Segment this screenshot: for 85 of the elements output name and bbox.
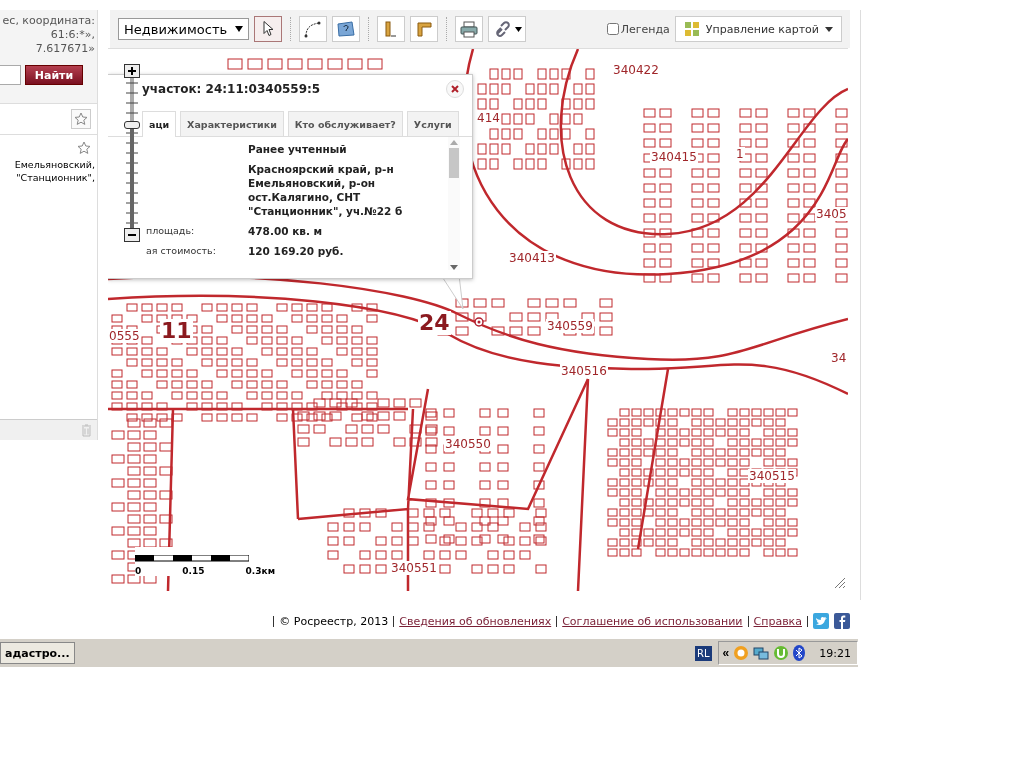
district-number: 11 [160, 319, 193, 343]
field-value: Ранее учтенный [248, 142, 348, 156]
taskbar-window-button[interactable]: адастро... [0, 642, 75, 664]
parcel-number: 340550 [444, 437, 492, 451]
curve-info-button[interactable] [299, 16, 328, 42]
area-info-button[interactable] [332, 16, 361, 42]
bluetooth-icon [793, 645, 806, 661]
tray-expand-button[interactable]: « [722, 646, 730, 660]
parcel-number: 340515 [748, 469, 796, 483]
layer-select[interactable]: Недвижимость [118, 18, 250, 40]
zoom-in-button[interactable] [124, 64, 140, 78]
resize-corner-icon [834, 577, 846, 589]
printer-icon [459, 20, 480, 38]
result-text: Емельяновский, [14, 158, 95, 171]
caret-icon [514, 26, 522, 32]
popup-tab[interactable]: Характеристики [180, 111, 284, 136]
legend-checkbox[interactable] [606, 23, 619, 35]
caret-icon [235, 26, 244, 32]
twitter-bird-icon[interactable] [813, 613, 829, 629]
circle-app-icon [733, 645, 750, 661]
map-pin-icon [474, 317, 484, 327]
field-label: ая стоимость: [146, 244, 217, 258]
parcel-number: 414 [476, 111, 501, 125]
caret-icon [825, 26, 833, 32]
hint-text: 61:6:*», [49, 28, 95, 42]
parcel-number: 340559 [546, 319, 594, 333]
parcel-number: 340551 [390, 561, 438, 575]
down-arrow-icon [450, 265, 458, 270]
footer-link[interactable]: Соглашение об использовании [562, 614, 743, 628]
copyright-text: © Росреестр, 2013 [279, 614, 389, 628]
polygon-icon [336, 20, 357, 38]
legend-label: Легенда [620, 22, 670, 36]
result-text: "Станционник", [16, 171, 95, 184]
popup-title: участок: 24:11:0340559:5 [142, 82, 321, 96]
trash-icon [81, 423, 92, 437]
link-button[interactable] [488, 16, 527, 42]
cursor-button[interactable] [254, 16, 283, 42]
map-control-button[interactable]: Управление картой [674, 16, 842, 42]
clock-text: 19:21 [819, 646, 851, 660]
parcel-number: 340422 [612, 63, 660, 77]
scale-label: 0 [135, 566, 142, 576]
area-ruler-icon [414, 20, 435, 38]
footer-link[interactable]: Сведения об обновлениях [399, 614, 552, 628]
scale-label: 0.15 [182, 566, 205, 576]
find-button[interactable]: Найти [25, 65, 83, 85]
u-logo-icon [773, 645, 790, 661]
network-icon [753, 645, 770, 661]
zoom-out-button[interactable] [124, 228, 140, 242]
hint-text: ес, координата: [1, 14, 95, 28]
up-arrow-icon [450, 140, 458, 145]
close-icon [451, 85, 459, 93]
hint-text: 7.617671» [34, 42, 95, 56]
star-button[interactable] [71, 109, 91, 129]
scrollbar[interactable] [448, 137, 460, 270]
grid-icon [683, 21, 700, 37]
field-value: Красноярский край, р-н Емельяновский, р-он ост.Калягино, СНТ "Станционник", уч.№22 б [248, 162, 404, 218]
popup-tab[interactable]: Услуги [406, 111, 459, 136]
minus-icon [128, 231, 136, 239]
parcel-number: 1 [735, 147, 745, 161]
close-button[interactable] [446, 80, 464, 98]
zoom-handle[interactable] [124, 121, 140, 129]
popup-tab[interactable]: аци [142, 111, 177, 137]
parcel-number: 34 [830, 351, 848, 365]
parcel-number: 3405 [815, 207, 848, 221]
field-value: 478.00 кв. м [248, 224, 324, 238]
plus-icon [128, 67, 136, 75]
parcel-number: 340413 [508, 251, 556, 265]
scale-label: 0.3км [245, 566, 275, 576]
parcel-number: 340415 [650, 150, 698, 164]
field-value: 120 169.20 руб. [248, 244, 345, 258]
cursor-icon [262, 21, 274, 37]
field-label: площадь: [146, 224, 196, 238]
scroll-thumb[interactable] [449, 148, 459, 178]
language-indicator[interactable]: RL [695, 645, 712, 661]
parcel-number: 340516 [560, 364, 608, 378]
parcel-number: 0555 [108, 329, 141, 343]
print-button[interactable] [455, 16, 484, 42]
star-icon [77, 141, 91, 155]
ruler-button[interactable] [377, 16, 406, 42]
popup-tab[interactable]: Кто обслуживает? [287, 111, 403, 136]
search-field[interactable] [0, 65, 21, 85]
area-ruler-button[interactable] [410, 16, 439, 42]
facebook-f-icon[interactable] [834, 613, 850, 629]
district-number: 24 [418, 311, 451, 335]
footer-link[interactable]: Справка [753, 614, 802, 628]
